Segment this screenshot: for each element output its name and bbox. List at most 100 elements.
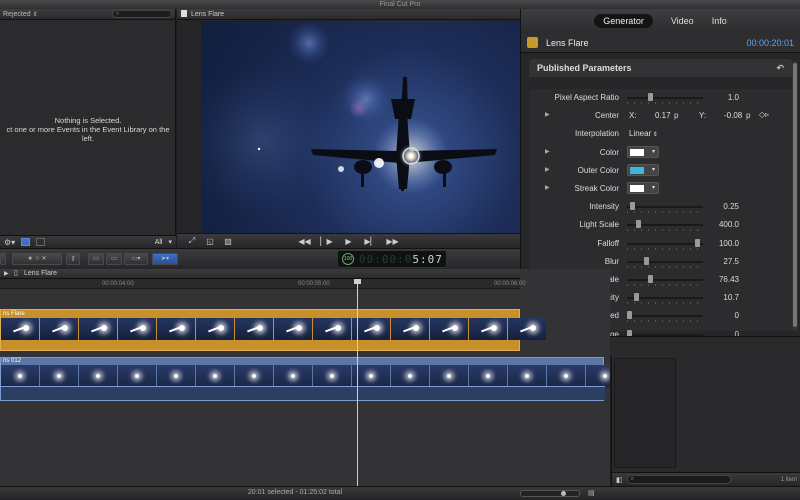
chevron-down-icon[interactable]: ▾	[652, 148, 655, 155]
filmstrip-frame	[40, 318, 78, 340]
play-button[interactable]: ▶	[342, 237, 356, 246]
project-icon	[181, 10, 187, 17]
param-value[interactable]: 100.0	[711, 239, 739, 248]
interpolation-popup[interactable]: Linear ⇕	[629, 129, 658, 138]
slider-knob[interactable]	[648, 93, 654, 101]
play-project-icon[interactable]: ▶	[4, 269, 9, 279]
fit-icon[interactable]: ⤢	[185, 236, 199, 246]
param-value[interactable]: 27.5	[711, 257, 739, 266]
param-value[interactable]: 1.0	[711, 93, 739, 102]
list-view-icon[interactable]	[36, 238, 46, 246]
select-tool-icon[interactable]: ➤▾	[152, 253, 178, 265]
playhead-handle[interactable]	[354, 279, 361, 284]
slider-knob[interactable]	[629, 202, 635, 211]
slider-knob[interactable]	[695, 238, 701, 247]
param-slider[interactable]	[627, 238, 703, 247]
filmstrip-frame	[274, 318, 312, 340]
param-value[interactable]: 0.25	[711, 202, 739, 211]
generator-filmstrip	[1, 318, 547, 340]
append-clip-icon[interactable]: ▭▾	[124, 253, 148, 265]
tab-video[interactable]: Video	[671, 16, 694, 26]
color-well[interactable]: ▾	[627, 145, 659, 158]
event-search-field[interactable]: ⌕	[112, 10, 172, 18]
disclosure-triangle-icon[interactable]: ▶	[545, 148, 550, 155]
slider-knob[interactable]	[644, 256, 650, 265]
timeline-zoom-slider[interactable]	[520, 490, 580, 497]
color-well[interactable]: ▾	[627, 182, 659, 194]
generator-icon	[527, 37, 538, 48]
param-slider[interactable]	[627, 293, 703, 302]
param-slider[interactable]	[627, 202, 703, 211]
playhead[interactable]	[354, 279, 361, 486]
slider-knob[interactable]	[634, 293, 640, 302]
slider-ticks	[627, 284, 703, 286]
color-well[interactable]: ▾	[627, 163, 659, 176]
param-value[interactable]: 400.0	[711, 220, 739, 229]
center-y-value[interactable]: -0.08	[724, 111, 742, 120]
slider-knob[interactable]	[627, 311, 632, 320]
disclosure-triangle-icon[interactable]: ▶	[545, 184, 550, 191]
viewer-canvas[interactable]	[201, 21, 520, 233]
sidebar-toggle-icon[interactable]: ◧	[616, 476, 623, 484]
frame-light	[213, 374, 217, 378]
fast-forward-button[interactable]: ▶▶	[386, 237, 400, 246]
timeline-ruler[interactable]: 00:00:04:00 00:00:05:00 00:00:06:00	[0, 279, 526, 289]
next-frame-button[interactable]: ▶▏	[364, 237, 378, 246]
clip-filter-label[interactable]: All	[155, 239, 163, 246]
param-slider[interactable]	[627, 256, 703, 265]
slider-knob[interactable]	[635, 220, 641, 229]
insert-clip-icon[interactable]: ▭	[106, 253, 122, 265]
chevron-down-icon[interactable]: ▾	[168, 238, 172, 246]
timecode-display[interactable]: 100 00:00:05:07	[337, 250, 447, 268]
filter-popup[interactable]: Rejected	[3, 11, 31, 18]
rewind-button[interactable]: ◀◀	[298, 237, 312, 246]
param-slider[interactable]	[627, 220, 703, 229]
inspector-tabs: Generator Video Info	[521, 9, 800, 33]
inspector-scrollbar[interactable]	[792, 61, 798, 331]
slider-knob[interactable]	[648, 275, 654, 283]
param-slider[interactable]	[627, 93, 703, 101]
onscreen-control-icon[interactable]: ◇▹	[759, 110, 769, 119]
selection-status: 20:01 selected - 01:25:02 total	[247, 489, 343, 496]
param-label: Falloff	[597, 238, 619, 248]
filmstrip-frame	[391, 365, 429, 387]
filmstrip-view-icon[interactable]	[21, 238, 31, 246]
param-row-streak-color: ▶ Streak Color ▾	[529, 180, 793, 198]
effects-category-list[interactable]	[614, 358, 676, 468]
frame-light	[291, 374, 295, 378]
transform-icon[interactable]: ◱	[203, 237, 217, 246]
tab-generator[interactable]: Generator	[594, 14, 653, 28]
param-value[interactable]: 0	[711, 311, 739, 320]
filmstrip-frame	[430, 318, 468, 340]
slider-ticks	[627, 229, 703, 232]
frame-flare	[413, 325, 419, 331]
chevron-down-icon[interactable]: ▾	[652, 184, 655, 191]
filter-chevron-icon[interactable]: ⇕	[33, 11, 38, 18]
reset-icon[interactable]: ↶	[776, 63, 784, 74]
chevron-down-icon[interactable]: ▾	[652, 166, 655, 173]
param-slider[interactable]	[627, 311, 703, 320]
tab-info[interactable]: Info	[712, 16, 727, 26]
disclosure-triangle-icon[interactable]: ▶	[545, 166, 550, 173]
zoom-slider-knob[interactable]	[561, 491, 566, 496]
popup-chevron-icon: ⇕	[651, 132, 658, 139]
connect-clip-icon[interactable]: ▭	[88, 253, 104, 265]
param-value[interactable]: 10.7	[711, 293, 739, 302]
effects-search-field[interactable]: ⌕	[626, 475, 731, 484]
param-slider[interactable]	[627, 275, 703, 283]
param-value[interactable]: 76.43	[711, 275, 739, 284]
timecode-dim-digits: 00:00:0	[359, 252, 413, 266]
gear-icon[interactable]: ⚙▾	[4, 238, 15, 247]
center-x-value[interactable]: 0.17	[655, 111, 671, 120]
inspector-item-name: Lens Flare	[546, 37, 589, 48]
generator-clip[interactable]: ns Flare	[0, 309, 546, 351]
clip-appearance-icon[interactable]: ▤	[588, 489, 595, 497]
disclosure-triangle-icon[interactable]: ▶	[545, 111, 550, 118]
effects-icon[interactable]: ▨	[221, 237, 235, 246]
play-from-start-button[interactable]: ▏▶	[320, 237, 334, 246]
scrollbar-thumb[interactable]	[793, 63, 797, 327]
inspector-key-icon[interactable]: ⚷	[66, 253, 80, 265]
toolbar-edge-button[interactable]	[0, 253, 6, 265]
keyword-buttons[interactable]: ★ ☆ ✕	[12, 253, 62, 265]
video-clip[interactable]: ns 012	[0, 357, 610, 401]
